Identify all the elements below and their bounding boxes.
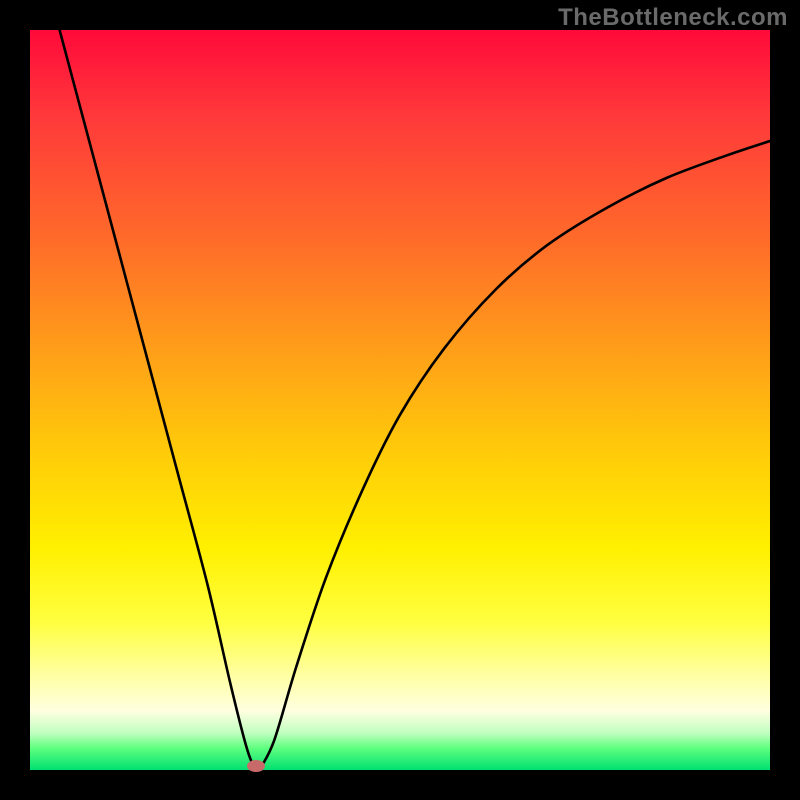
bottleneck-curve (30, 30, 770, 770)
curve-path (60, 30, 770, 770)
min-marker (247, 760, 265, 772)
chart-frame: TheBottleneck.com (0, 0, 800, 800)
watermark-text: TheBottleneck.com (558, 4, 788, 32)
plot-area (30, 30, 770, 770)
